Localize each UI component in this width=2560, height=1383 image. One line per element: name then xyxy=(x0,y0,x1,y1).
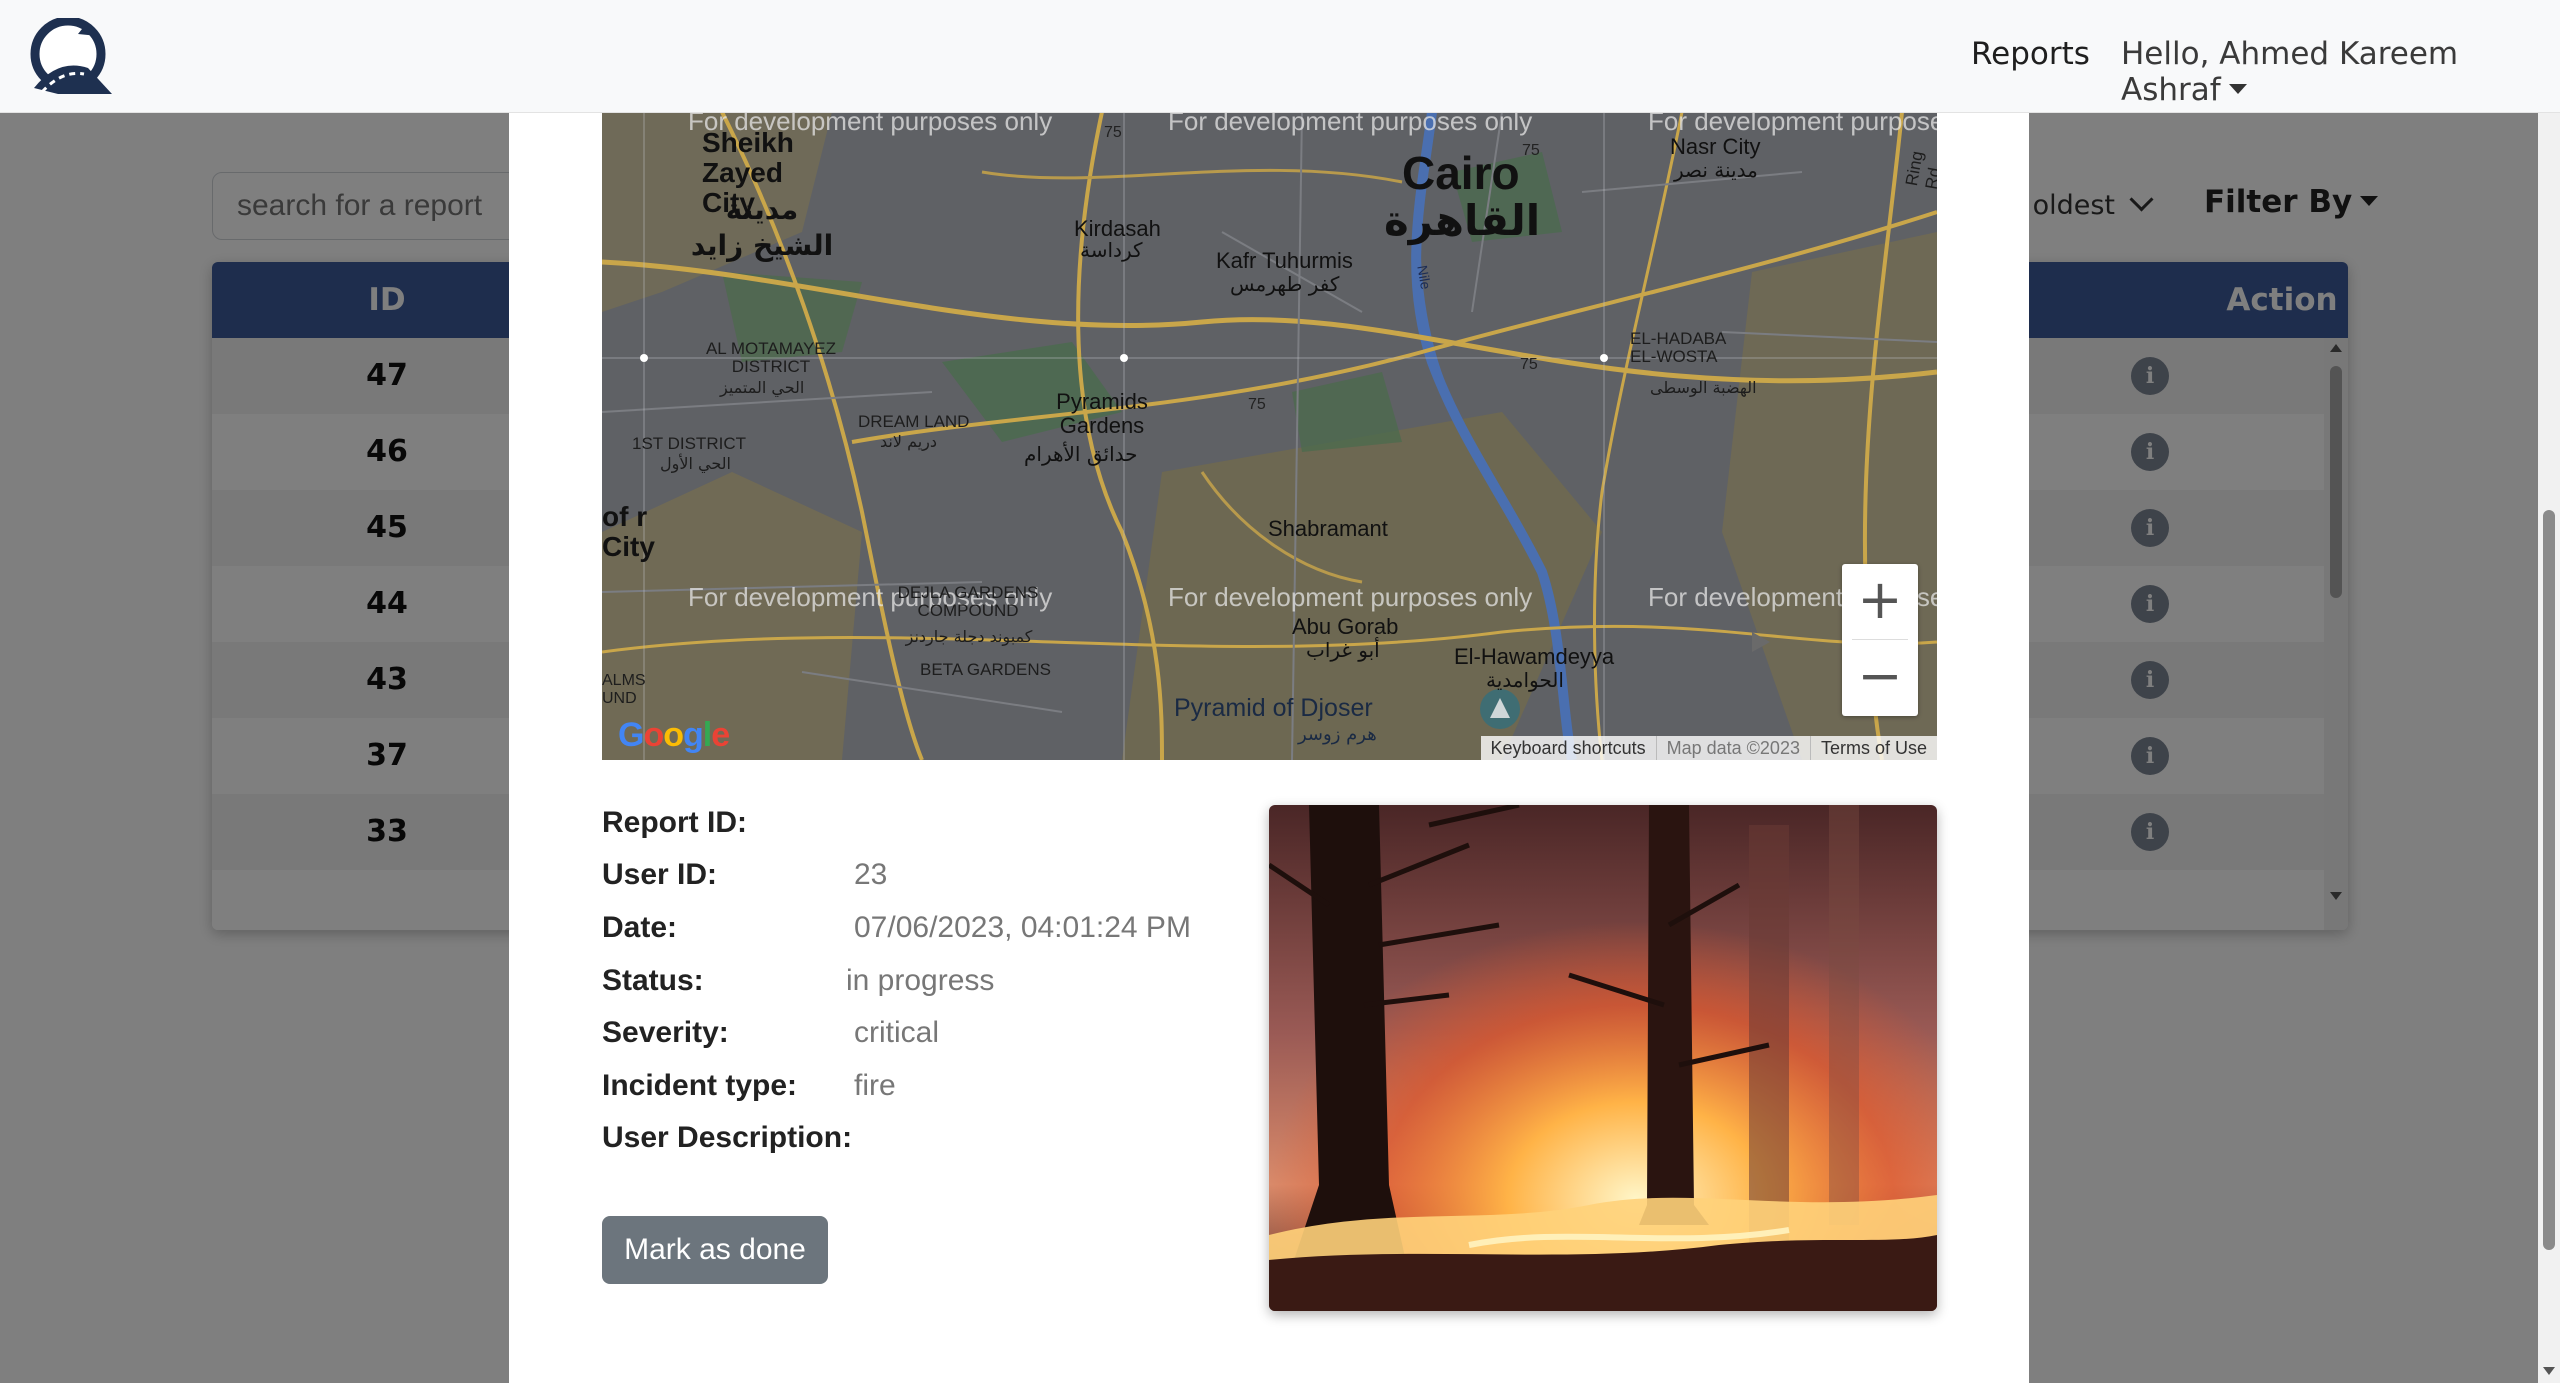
road-number: 75 xyxy=(1104,124,1122,141)
minus-icon: − xyxy=(1857,644,1903,707)
map-label: ALMS UND xyxy=(602,672,646,707)
map-label: كرداسة xyxy=(1080,238,1143,262)
plus-icon: + xyxy=(1857,568,1903,631)
user-greeting: Hello, Ahmed Kareem Ashraf xyxy=(2121,36,2459,108)
google-logo: Google xyxy=(618,716,730,754)
map-label: BETA GARDENS xyxy=(920,660,1051,679)
map-label: DREAM LAND xyxy=(858,412,970,431)
nav-reports-link[interactable]: Reports xyxy=(1971,36,2090,72)
map-label: مدينة الشيخ زايد xyxy=(690,193,834,262)
map-zoom-control: + − xyxy=(1842,564,1918,716)
map-label: AL MOTAMAYEZ DISTRICT xyxy=(705,339,837,376)
page-scrollbar-thumb[interactable] xyxy=(2543,510,2555,1250)
map-data-text: Map data ©2023 xyxy=(1655,736,1810,760)
map-label: القاهرة xyxy=(1384,196,1541,245)
keyboard-shortcuts-link[interactable]: Keyboard shortcuts xyxy=(1481,736,1656,760)
map-label: Pyramids Gardens xyxy=(1056,389,1148,438)
map-label: الحي الأول xyxy=(660,454,731,473)
incident-map[interactable]: For development purposes only For develo… xyxy=(602,112,1937,760)
map-label: 1ST DISTRICT xyxy=(632,434,746,453)
map-label: الحي المتميز xyxy=(720,378,805,397)
map-label: Nasr City xyxy=(1670,134,1761,159)
status-value: in progress xyxy=(846,964,995,997)
map-label: أبو غراب xyxy=(1306,638,1380,662)
user-id-value: 23 xyxy=(854,858,888,891)
map-label: Kafr Tuhurmis xyxy=(1216,248,1353,273)
severity-value: critical xyxy=(854,1016,940,1049)
caret-down-icon xyxy=(2228,84,2247,94)
incident-photo xyxy=(1269,805,1937,1311)
map-label: Ring Rd xyxy=(1902,149,1937,191)
map-watermark: For development purposes only xyxy=(1168,112,1533,136)
incident-type-label: Incident type: xyxy=(602,1069,798,1102)
top-navbar: Reports Hello, Ahmed Kareem Ashraf xyxy=(0,0,2560,113)
zoom-out-button[interactable]: − xyxy=(1842,640,1918,716)
road-number: 75 xyxy=(1522,142,1540,159)
map-attribution: Keyboard shortcuts Map data ©2023 Terms … xyxy=(1480,736,1937,760)
map-label: Cairo xyxy=(1402,147,1520,199)
user-description-label: User Description: xyxy=(602,1121,853,1154)
map-label: كفر طهرمس xyxy=(1230,272,1340,296)
map-label: الهضبة الوسطى xyxy=(1650,378,1757,397)
map-watermark: For development purposes only xyxy=(1168,582,1533,612)
status-label: Status: xyxy=(602,964,704,997)
severity-label: Severity: xyxy=(602,1016,729,1049)
incident-type-value: fire xyxy=(854,1069,896,1102)
map-label: of r City xyxy=(602,501,655,562)
map-label: Abu Gorab xyxy=(1292,614,1399,639)
map-label: Pyramid of Djoser xyxy=(1174,694,1373,722)
map-label: هرم زوسر xyxy=(1298,724,1377,745)
map-label: كمبوند دجلة جاردنز xyxy=(905,627,1033,646)
user-id-label: User ID: xyxy=(602,858,718,891)
map-label: El-Hawamdeyya xyxy=(1454,644,1615,669)
map-label: Shabramant xyxy=(1268,516,1388,541)
date-value: 07/06/2023, 04:01:24 PM xyxy=(854,911,1191,944)
report-details-modal: For development purposes only For develo… xyxy=(509,112,2029,1383)
road-logo-icon[interactable] xyxy=(28,18,112,94)
page-scrollbar[interactable] xyxy=(2538,112,2560,1383)
user-menu-dropdown[interactable]: Hello, Ahmed Kareem Ashraf xyxy=(2121,36,2560,108)
map-label: الحوامدية xyxy=(1486,668,1564,692)
zoom-in-button[interactable]: + xyxy=(1842,564,1918,640)
road-number: 75 xyxy=(1520,356,1538,373)
road-number: 75 xyxy=(1248,396,1266,413)
terms-of-use-link[interactable]: Terms of Use xyxy=(1809,736,1937,760)
date-label: Date: xyxy=(602,911,678,944)
mark-as-done-button[interactable]: Mark as done xyxy=(602,1216,828,1284)
map-label: حدائق الأهرام xyxy=(1024,442,1138,466)
map-label: دريم لاند xyxy=(880,432,938,451)
map-label: DEJLA GARDENS COMPOUND xyxy=(897,583,1039,620)
map-label: EL-HADABA EL-WOSTA xyxy=(1630,329,1726,366)
map-label: مدينة نصر xyxy=(1674,158,1758,182)
report-id-label: Report ID: xyxy=(602,806,747,839)
